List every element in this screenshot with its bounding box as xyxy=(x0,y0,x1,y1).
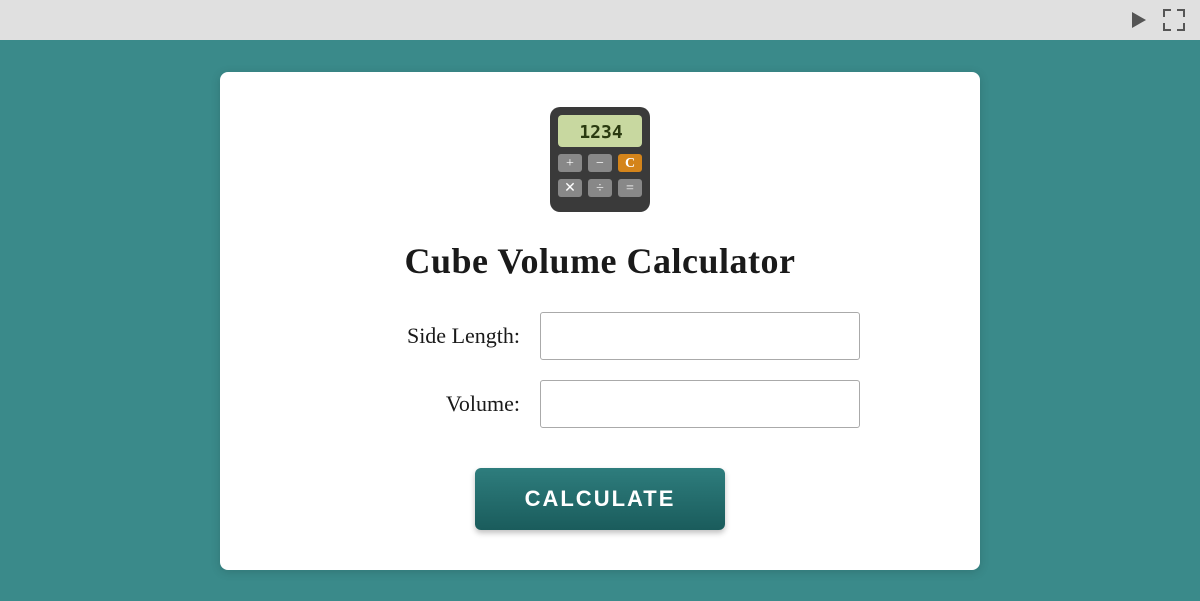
top-bar xyxy=(0,0,1200,40)
side-length-row: Side Length: xyxy=(340,312,860,360)
page-title: Cube Volume Calculator xyxy=(404,240,795,282)
svg-text:−: − xyxy=(596,156,604,171)
svg-text:÷: ÷ xyxy=(596,181,604,196)
card: 1234 + − C ✕ ÷ = xyxy=(220,72,980,570)
side-length-label: Side Length: xyxy=(340,323,520,349)
volume-row: Volume: xyxy=(340,380,860,428)
svg-text:=: = xyxy=(626,181,634,196)
svg-text:+: + xyxy=(566,156,574,171)
volume-input[interactable] xyxy=(540,380,860,428)
svg-text:✕: ✕ xyxy=(564,181,576,196)
calculator-icon: 1234 + − C ✕ ÷ = xyxy=(545,102,655,222)
side-length-input[interactable] xyxy=(540,312,860,360)
play-svg xyxy=(1128,10,1148,30)
form-section: Side Length: Volume: CALCULATE xyxy=(260,312,940,530)
volume-label: Volume: xyxy=(340,391,520,417)
expand-icon[interactable] xyxy=(1160,6,1188,34)
calculate-button[interactable]: CALCULATE xyxy=(475,468,726,530)
main-area: 1234 + − C ✕ ÷ = xyxy=(0,40,1200,601)
play-icon[interactable] xyxy=(1124,6,1152,34)
calculator-svg: 1234 + − C ✕ ÷ = xyxy=(545,102,655,217)
expand-svg xyxy=(1163,9,1185,31)
svg-text:1234: 1234 xyxy=(579,122,623,143)
svg-text:C: C xyxy=(625,156,635,171)
